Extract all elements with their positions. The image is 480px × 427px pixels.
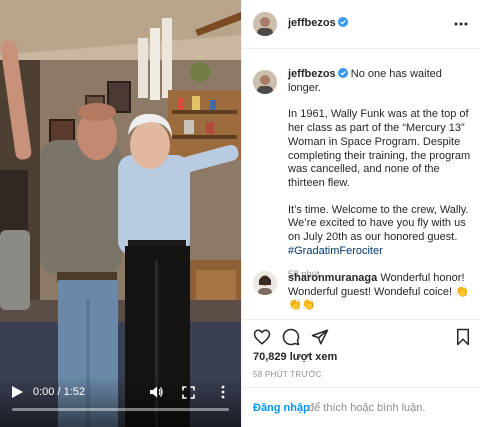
comment-bubble-icon[interactable] bbox=[282, 328, 300, 346]
login-link[interactable]: Đăng nhập bbox=[253, 402, 310, 414]
comment-text: sharonmuranaga Wonderful honor! Wonderfu… bbox=[288, 272, 474, 313]
video-progress-bar[interactable] bbox=[12, 408, 229, 411]
verified-badge-icon bbox=[337, 17, 348, 27]
login-to-comment-bar: Đăng nhập để thích hoặc bình luận. bbox=[242, 387, 480, 427]
bookmark-icon[interactable] bbox=[454, 328, 472, 346]
login-prompt-text: để thích hoặc bình luận. bbox=[308, 402, 426, 414]
heart-icon[interactable] bbox=[253, 328, 271, 346]
avatar[interactable] bbox=[253, 70, 277, 94]
instagram-post: 0:00 / 1:52 jeffbezos jeffbezos No one h… bbox=[0, 0, 480, 427]
hashtag-link[interactable]: #GradatimFerociter bbox=[288, 245, 383, 257]
verified-badge-icon bbox=[337, 68, 348, 78]
volume-icon[interactable] bbox=[149, 385, 163, 399]
caption-paragraph: It’s time. Welcome to the crew, Wally. W… bbox=[288, 204, 474, 259]
vertical-dots-icon[interactable] bbox=[218, 385, 228, 399]
post-header: jeffbezos bbox=[242, 0, 480, 49]
post-sidebar: jeffbezos jeffbezos No one has waited lo… bbox=[241, 0, 480, 427]
avatar[interactable] bbox=[253, 271, 277, 295]
paper-plane-icon[interactable] bbox=[311, 328, 329, 346]
video-controls: 0:00 / 1:52 bbox=[0, 377, 241, 427]
post-video[interactable]: 0:00 / 1:52 bbox=[0, 0, 241, 427]
username-link[interactable]: jeffbezos bbox=[288, 17, 348, 30]
fullscreen-icon[interactable] bbox=[182, 386, 195, 399]
action-bar: 70,829 lượt xem 58 PHÚT TRƯỚC bbox=[242, 319, 480, 387]
caption-username[interactable]: jeffbezos bbox=[288, 68, 336, 80]
comment-username[interactable]: sharonmuranaga bbox=[288, 272, 377, 284]
view-count[interactable]: 70,829 lượt xem bbox=[253, 351, 337, 364]
post-timestamp: 58 PHÚT TRƯỚC bbox=[253, 370, 322, 379]
video-time: 0:00 / 1:52 bbox=[33, 386, 85, 398]
play-icon[interactable] bbox=[10, 385, 24, 399]
avatar[interactable] bbox=[253, 12, 277, 36]
caption-paragraph-text: It’s time. Welcome to the crew, Wally. W… bbox=[288, 203, 469, 244]
caption-text: jeffbezos No one has waited longer. In 1… bbox=[288, 68, 474, 282]
more-dots-icon[interactable] bbox=[453, 16, 469, 32]
username: jeffbezos bbox=[288, 17, 336, 29]
caption-paragraph: In 1961, Wally Funk was at the top of he… bbox=[288, 108, 471, 189]
video-frame-image bbox=[0, 0, 241, 427]
